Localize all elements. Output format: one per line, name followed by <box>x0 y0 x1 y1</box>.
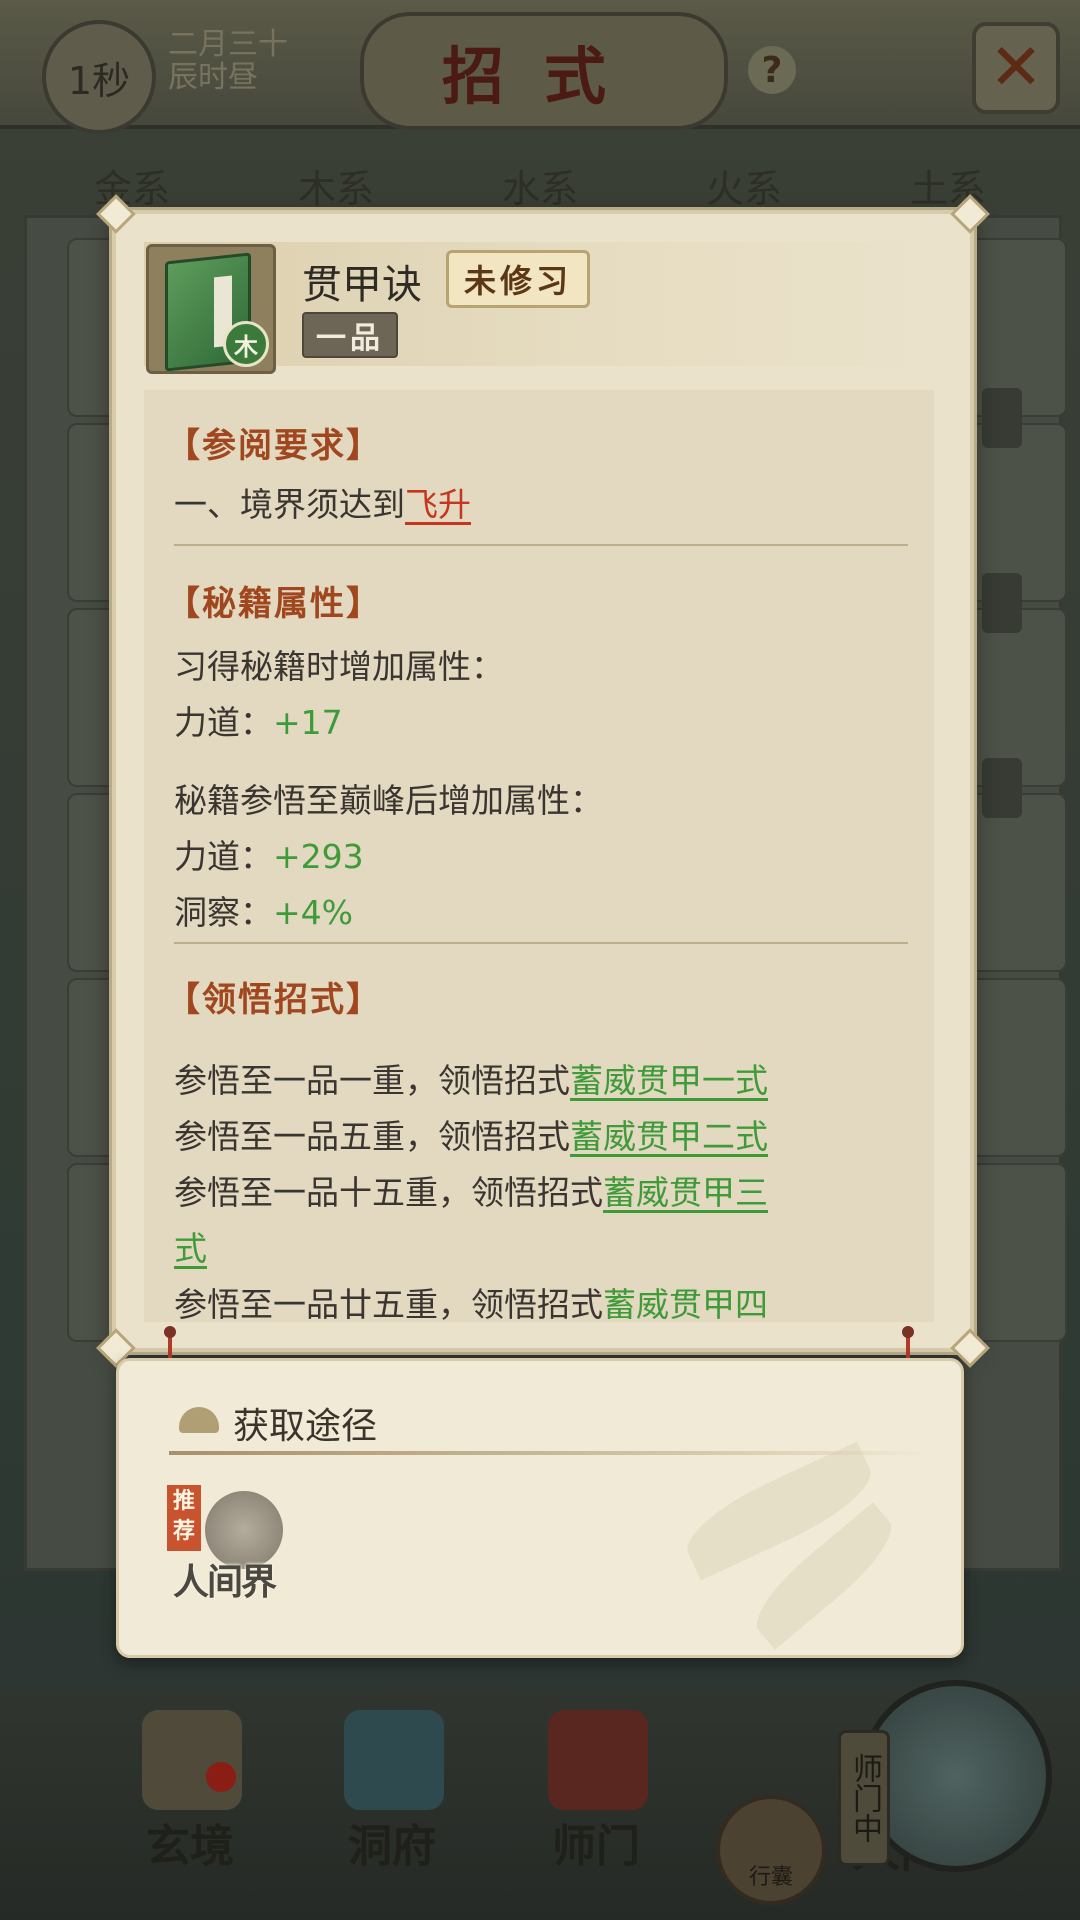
nav-bag-button[interactable]: 行囊 <box>716 1795 826 1905</box>
recommend-tag: 推荐 <box>167 1485 201 1551</box>
tab-wood[interactable]: 木系 <box>298 158 374 213</box>
scroll-icon <box>142 1710 242 1810</box>
requirement-line: 一、境界须达到飞升 <box>174 478 471 526</box>
nav-xuanjing[interactable]: 玄境 <box>120 1810 260 1874</box>
status-badge: 未修习 <box>446 250 590 308</box>
source-label: 人间界 <box>173 1561 277 1603</box>
move-row: 参悟至一品廿五重，领悟招式蓄威贯甲四 <box>174 1278 768 1322</box>
acquisition-title: 获取途径 <box>233 1406 378 1447</box>
game-date: 二月三十 <box>168 27 288 62</box>
realm-link[interactable]: 飞升 <box>405 485 471 524</box>
side-tab-icon <box>982 758 1022 818</box>
pavilion-icon <box>344 1710 444 1810</box>
grade-badge: 一品 <box>302 312 398 358</box>
requirement-text: 一、境界须达到 <box>174 485 405 524</box>
attribute-name: 洞察： <box>174 893 273 932</box>
move-link[interactable]: 蓄威贯甲二式 <box>570 1117 768 1156</box>
tab-fire[interactable]: 火系 <box>706 158 782 213</box>
side-tab-icon <box>982 388 1022 448</box>
move-link[interactable]: 蓄威贯甲四 <box>603 1285 768 1322</box>
element-badge: 木 <box>223 321 269 367</box>
move-link[interactable]: 蓄威贯甲一式 <box>570 1061 768 1100</box>
move-prefix: 参悟至一品一重，领悟招式 <box>174 1061 570 1100</box>
help-button[interactable]: ? <box>748 46 796 94</box>
nav-shimen[interactable]: 师门 <box>526 1810 666 1874</box>
divider <box>174 544 908 546</box>
attribute-row: 力道：+293 <box>174 830 364 878</box>
on-peak-label: 秘籍参悟至巅峰后增加属性： <box>174 781 603 820</box>
attribute-value: +17 <box>273 703 343 742</box>
skill-details: 【参阅要求】 一、境界须达到飞升 【秘籍属性】 习得秘籍时增加属性： 力道：+1… <box>144 390 934 1322</box>
move-row: 参悟至一品一重，领悟招式蓄威贯甲一式 <box>174 1054 768 1102</box>
timer-badge: 1秒 <box>42 20 156 134</box>
hanger-knob <box>164 1326 176 1338</box>
divider <box>169 1451 929 1455</box>
game-time: 二月三十 辰时昼 <box>168 28 288 94</box>
on-learn-label: 习得秘籍时增加属性： <box>174 647 504 686</box>
close-icon[interactable]: ✕ <box>972 22 1060 114</box>
attribute-row: 力道：+17 <box>174 696 343 744</box>
side-tab-icon <box>982 573 1022 633</box>
top-bar: 1秒 二月三十 辰时昼 招式 ? ✕ <box>0 0 1080 134</box>
move-prefix: 参悟至一品十五重，领悟招式 <box>174 1173 603 1212</box>
move-row-continued: 式 <box>174 1222 207 1270</box>
attribute-name: 力道： <box>174 703 273 742</box>
attribute-value: +4% <box>273 893 354 932</box>
game-hour: 辰时昼 <box>168 60 258 95</box>
section-title-requirements: 【参阅要求】 <box>166 426 382 466</box>
hat-icon <box>179 1407 219 1433</box>
move-row: 参悟至一品五重，领悟招式蓄威贯甲二式 <box>174 1110 768 1158</box>
attribute-value: +293 <box>273 837 364 876</box>
page-title: 招式 <box>360 12 728 130</box>
skill-book-icon: 木 <box>146 244 276 374</box>
nav-dongfu[interactable]: 洞府 <box>322 1810 462 1874</box>
banner-icon <box>548 1710 648 1810</box>
source-renjian-button[interactable]: 推荐 人间界 <box>167 1485 297 1605</box>
sect-status-tag: 师门中 <box>838 1730 890 1866</box>
move-link[interactable]: 式 <box>174 1229 207 1268</box>
notification-dot <box>206 1762 236 1792</box>
move-prefix: 参悟至一品廿五重，领悟招式 <box>174 1285 603 1322</box>
acquisition-panel: 获取途径 推荐 人间界 <box>116 1358 964 1658</box>
attribute-name: 力道： <box>174 837 273 876</box>
move-row: 参悟至一品十五重，领悟招式蓄威贯甲三 <box>174 1166 768 1214</box>
tab-water[interactable]: 水系 <box>502 158 578 213</box>
divider <box>174 942 908 944</box>
skill-name: 贯甲诀 <box>302 262 422 308</box>
section-title-attributes: 【秘籍属性】 <box>166 584 382 624</box>
hanger-knob <box>902 1326 914 1338</box>
skill-detail-panel: 木 贯甲诀 未修习 一品 【参阅要求】 一、境界须达到飞升 【秘籍属性】 习得秘… <box>96 194 990 1368</box>
move-link[interactable]: 蓄威贯甲三 <box>603 1173 768 1212</box>
attribute-row: 洞察：+4% <box>174 886 353 934</box>
section-title-moves: 【领悟招式】 <box>166 980 382 1020</box>
move-prefix: 参悟至一品五重，领悟招式 <box>174 1117 570 1156</box>
